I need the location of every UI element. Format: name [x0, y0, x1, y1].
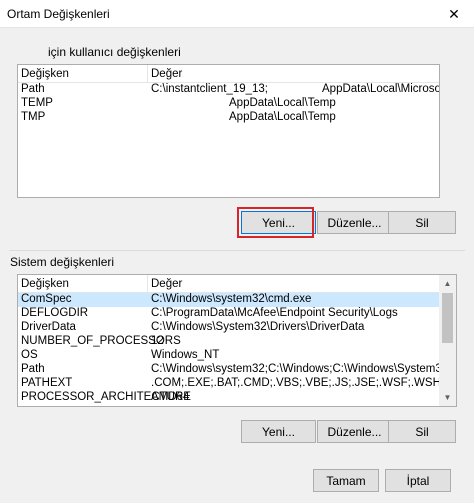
table-row[interactable]: Path C:\instantclient_19_13; AppData\Loc…	[18, 83, 439, 97]
user-variables-label: için kullanıcı değişkenleri	[48, 45, 181, 59]
table-row[interactable]: DriverData C:\Windows\System32\Drivers\D…	[18, 321, 439, 335]
user-list-header: Değişken Değer	[18, 65, 439, 83]
variable-name: Path	[21, 83, 45, 95]
variable-value: 12	[151, 335, 164, 347]
system-delete-button[interactable]: Sil	[388, 420, 456, 443]
variable-value-extra: AppData\Local\Microsoft\...	[322, 83, 439, 95]
variable-value: AMD64	[151, 391, 190, 403]
table-row[interactable]: TEMP AppData\Local\Temp	[18, 97, 439, 111]
variable-name: PATHEXT	[21, 377, 73, 389]
scroll-up-icon[interactable]: ▲	[439, 275, 456, 292]
column-divider[interactable]	[147, 65, 148, 83]
variable-name: ComSpec	[21, 293, 72, 305]
vertical-scrollbar[interactable]: ▲ ▼	[439, 275, 456, 406]
variable-name: TEMP	[21, 97, 53, 109]
variable-name: DriverData	[21, 321, 76, 333]
table-row[interactable]: NUMBER_OF_PROCESSORS 12	[18, 335, 439, 349]
window-title: Ortam Değişkenleri	[7, 7, 110, 21]
table-row[interactable]: PATHEXT .COM;.EXE;.BAT;.CMD;.VBS;.VBE;.J…	[18, 377, 456, 391]
column-header-value[interactable]: Değer	[151, 278, 182, 290]
variable-value: C:\ProgramData\McAfee\Endpoint Security\…	[151, 307, 398, 319]
user-delete-button[interactable]: Sil	[388, 211, 456, 234]
variable-name: Path	[21, 363, 45, 375]
column-header-value[interactable]: Değer	[151, 68, 182, 80]
section-divider	[9, 250, 465, 251]
table-row[interactable]: OS Windows_NT	[18, 349, 439, 363]
system-new-button[interactable]: Yeni...	[241, 420, 316, 443]
variable-value: C:\Windows\System32\Drivers\DriverData	[151, 321, 365, 333]
table-row[interactable]: PROCESSOR_ARCHITECTURE AMD64	[18, 391, 439, 405]
highlight-annotation	[237, 207, 314, 238]
scrollbar-thumb[interactable]	[442, 293, 453, 343]
user-variables-list[interactable]: Değişken Değer Path C:\instantclient_19_…	[17, 64, 440, 198]
system-edit-button[interactable]: Düzenle...	[317, 420, 392, 443]
variable-value: Windows_NT	[151, 349, 220, 361]
table-row[interactable]: Path C:\Windows\system32;C:\Windows;C:\W…	[18, 363, 456, 377]
variable-value: .COM;.EXE;.BAT;.CMD;.VBS;.VBE;.JS;.JSE;.…	[151, 377, 457, 389]
table-row[interactable]: TMP AppData\Local\Temp	[18, 111, 439, 125]
system-variables-list[interactable]: Değişken Değer ComSpec C:\Windows\system…	[17, 274, 457, 407]
column-divider[interactable]	[147, 275, 148, 293]
variable-name: TMP	[21, 111, 46, 123]
scroll-down-icon[interactable]: ▼	[439, 389, 456, 406]
ok-button[interactable]: Tamam	[313, 469, 379, 492]
title-bar: Ortam Değişkenleri ✕	[0, 0, 474, 28]
variable-value-extra: AppData\Local\Temp	[229, 111, 336, 123]
user-edit-button[interactable]: Düzenle...	[317, 211, 392, 234]
variable-value-extra: AppData\Local\Temp	[229, 97, 336, 109]
table-row[interactable]: DEFLOGDIR C:\ProgramData\McAfee\Endpoint…	[18, 307, 439, 321]
system-list-header: Değişken Değer	[18, 275, 439, 293]
close-icon[interactable]: ✕	[434, 0, 474, 28]
system-variables-label: Sistem değişkenleri	[10, 255, 115, 269]
variable-value: C:\instantclient_19_13;	[151, 83, 268, 95]
cancel-button[interactable]: İptal	[385, 469, 451, 492]
variable-name: OS	[21, 349, 38, 361]
column-header-variable[interactable]: Değişken	[21, 68, 69, 80]
variable-value: C:\Windows\system32;C:\Windows;C:\Window…	[151, 363, 456, 375]
column-header-variable[interactable]: Değişken	[21, 278, 69, 290]
table-row[interactable]: ComSpec C:\Windows\system32\cmd.exe	[18, 293, 439, 307]
variable-name: DEFLOGDIR	[21, 307, 89, 319]
variable-value: C:\Windows\system32\cmd.exe	[151, 293, 312, 305]
